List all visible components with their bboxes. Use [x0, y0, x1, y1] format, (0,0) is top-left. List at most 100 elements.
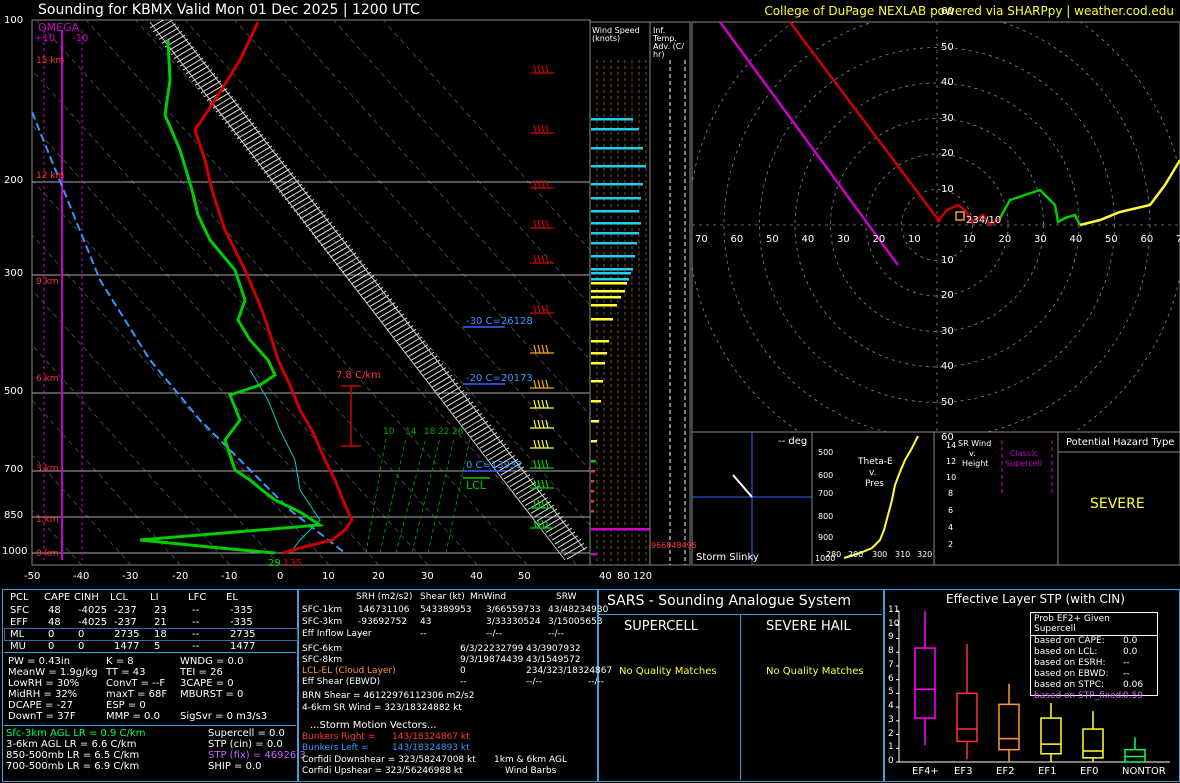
- thetae-title-1: Theta-E: [858, 457, 893, 467]
- kin-cell2: SFC-8km: [302, 655, 343, 665]
- storm-motion-title: ...Storm Motion Vectors...: [310, 720, 437, 731]
- pressure-label-850: 850: [4, 510, 24, 521]
- parcel-cell: -335: [230, 617, 253, 628]
- mix-tick-14: 14: [405, 427, 417, 437]
- barbs-label-2: Wind Barbs: [505, 766, 557, 776]
- bunkers-right-label: Bunkers Right =: [302, 732, 376, 742]
- ml-row-highlight: [4, 628, 298, 641]
- storm-slinky-panel: [691, 431, 813, 566]
- hodo-xtick-right-60: 60: [1140, 234, 1154, 245]
- parcel-header-lfc: LFC: [188, 592, 207, 603]
- temp-tick-m10: -10: [221, 571, 238, 582]
- hodo-xtick-left-70: 70: [695, 234, 708, 245]
- parcel-header-pcl: PCL: [10, 592, 29, 603]
- ws-tick-40: 40: [599, 571, 612, 582]
- temp-tick-40: 40: [470, 571, 483, 582]
- thetae-y-500: 500: [818, 448, 834, 457]
- pressure-label-700: 700: [4, 464, 24, 475]
- stp-prob-row: based on ESRH: --: [1031, 658, 1157, 669]
- stp-ytick-6: 6: [888, 673, 894, 684]
- stp-prob-value: --: [1123, 669, 1130, 679]
- hodo-ring-label-up-40: 40: [941, 77, 954, 88]
- sars-supercell-header: SUPERCELL: [624, 619, 698, 634]
- sars-hail-header: SEVERE HAIL: [766, 619, 851, 634]
- bunkers-left-value: 143/18324893 kt: [392, 743, 470, 753]
- temp-tick-20: 20: [372, 571, 385, 582]
- kin-cell: 43: [420, 617, 432, 627]
- parcel-cell: --: [192, 605, 200, 616]
- ws-sfc-value: 966848495: [651, 541, 697, 550]
- parcel-cell: -237: [114, 617, 137, 628]
- stp-prob-value: 0.59: [1123, 691, 1144, 701]
- kin-cell: 3/66559733: [486, 605, 541, 615]
- parcel-cell: -4025: [78, 605, 108, 616]
- stp-prob-row: based on CAPE: 0.0: [1031, 636, 1157, 647]
- bunkers-left-label: Bunkers Left =: [302, 743, 369, 753]
- stp-prob-row: based on STPC: 0.06: [1031, 680, 1157, 691]
- kin-cell: 3/33330524: [486, 617, 541, 627]
- stp-prob-value: 0.0: [1123, 647, 1138, 657]
- height-label-1: 1 km: [36, 515, 59, 525]
- parcel-cell: 0: [48, 641, 55, 652]
- parcel-header-li: LI: [150, 592, 159, 603]
- thetae-title-2: v.: [869, 468, 877, 478]
- kin-cell2: --: [460, 677, 467, 687]
- parcel-cell: -237: [114, 605, 137, 616]
- sars-title: SARS - Sounding Analogue System: [607, 593, 851, 609]
- composite-3: SHIP = 0.0: [208, 761, 262, 772]
- thetae-y-900: 900: [818, 533, 834, 542]
- hodo-ring-label-up-20: 20: [941, 148, 954, 159]
- thetae-x-320: 320: [917, 550, 933, 559]
- stp-ytick-7: 7: [888, 659, 894, 670]
- stp-category-ef1: EF1: [1038, 766, 1057, 777]
- srwind-y-6: 6: [948, 506, 954, 515]
- credit-line: College of DuPage NEXLAB powered via SHA…: [764, 4, 1174, 18]
- hodo-ring-label-up-50: 50: [941, 41, 954, 53]
- hodo-xtick-right-10: 10: [963, 234, 976, 245]
- index-value: DCAPE = -27: [8, 700, 73, 711]
- hodo-xtick-left-60: 60: [730, 234, 744, 245]
- m30-height-label: -30 C=26128: [466, 316, 533, 327]
- kin-cell: 146731106: [358, 605, 410, 615]
- kin-cell2: 43/1549572: [526, 655, 581, 665]
- corfidi-upshear: Corfidi Upshear = 323/56246988 kt: [302, 766, 463, 776]
- parcel-cell: --: [192, 641, 200, 652]
- kin-cell2: SFC-6km: [302, 644, 343, 654]
- srwind-title-2: v.: [969, 449, 976, 458]
- stp-prob-label: based on ESRH:: [1034, 658, 1106, 668]
- thetae-y-700: 700: [818, 489, 834, 498]
- kin-header: MnWind: [470, 592, 507, 602]
- temp-adv-title: Inf. Temp. Adv. (C/ hr): [653, 26, 685, 59]
- height-label-9: 9 km: [36, 277, 59, 287]
- stp-prob-label: based on STP_fixed:: [1034, 691, 1125, 701]
- parcel-cell: -335: [230, 605, 253, 616]
- hodo-ring-label-up-60: 60: [941, 6, 954, 17]
- kin-cell2: --/--: [526, 677, 543, 687]
- stp-prob-label: based on CAPE:: [1034, 636, 1105, 646]
- height-label-0: 0 km: [36, 549, 59, 559]
- kin-cell2: 43/3907932: [526, 644, 581, 654]
- stp-prob-row: based on STP_fixed: 0.59: [1031, 691, 1157, 702]
- parcel-cell: 1477: [114, 641, 140, 652]
- mix-tick-18: 18: [424, 427, 436, 437]
- sars-supercell-match: No Quality Matches: [619, 666, 717, 677]
- parcel-cell: 21: [154, 617, 167, 628]
- hazard-title: Potential Hazard Type: [1066, 437, 1175, 448]
- srwind-title-1: SR Wind: [958, 439, 992, 448]
- srwind-classic-2: Supercell: [1005, 459, 1043, 468]
- kin-header: Shear (kt): [420, 592, 465, 602]
- index-value: MidRH = 32%: [8, 689, 78, 700]
- kin-cell2: Eff Shear (EBWD): [302, 677, 381, 687]
- kin-header: SRW: [556, 592, 577, 602]
- hodo-ring-label-down-30: 30: [941, 325, 954, 337]
- kin-cell2: --/--: [588, 677, 605, 687]
- lapse-rate-1: 3-6km AGL LR = 6.6 C/km: [6, 739, 137, 750]
- parcel-header-el: EL: [226, 592, 238, 603]
- index-value: LowRH = 30%: [8, 678, 80, 689]
- hazard-value: SEVERE: [1090, 496, 1145, 512]
- kin-cell2: LCL-EL (Cloud Layer): [302, 666, 396, 676]
- index-value: PW = 0.43in: [8, 656, 71, 667]
- barbs-label-1: 1km & 6km AGL: [494, 755, 567, 765]
- bunkers-right-value: 143/18324867 kt: [392, 732, 470, 742]
- stp-prob-title: Prob EF2+ Given Supercell: [1031, 613, 1157, 636]
